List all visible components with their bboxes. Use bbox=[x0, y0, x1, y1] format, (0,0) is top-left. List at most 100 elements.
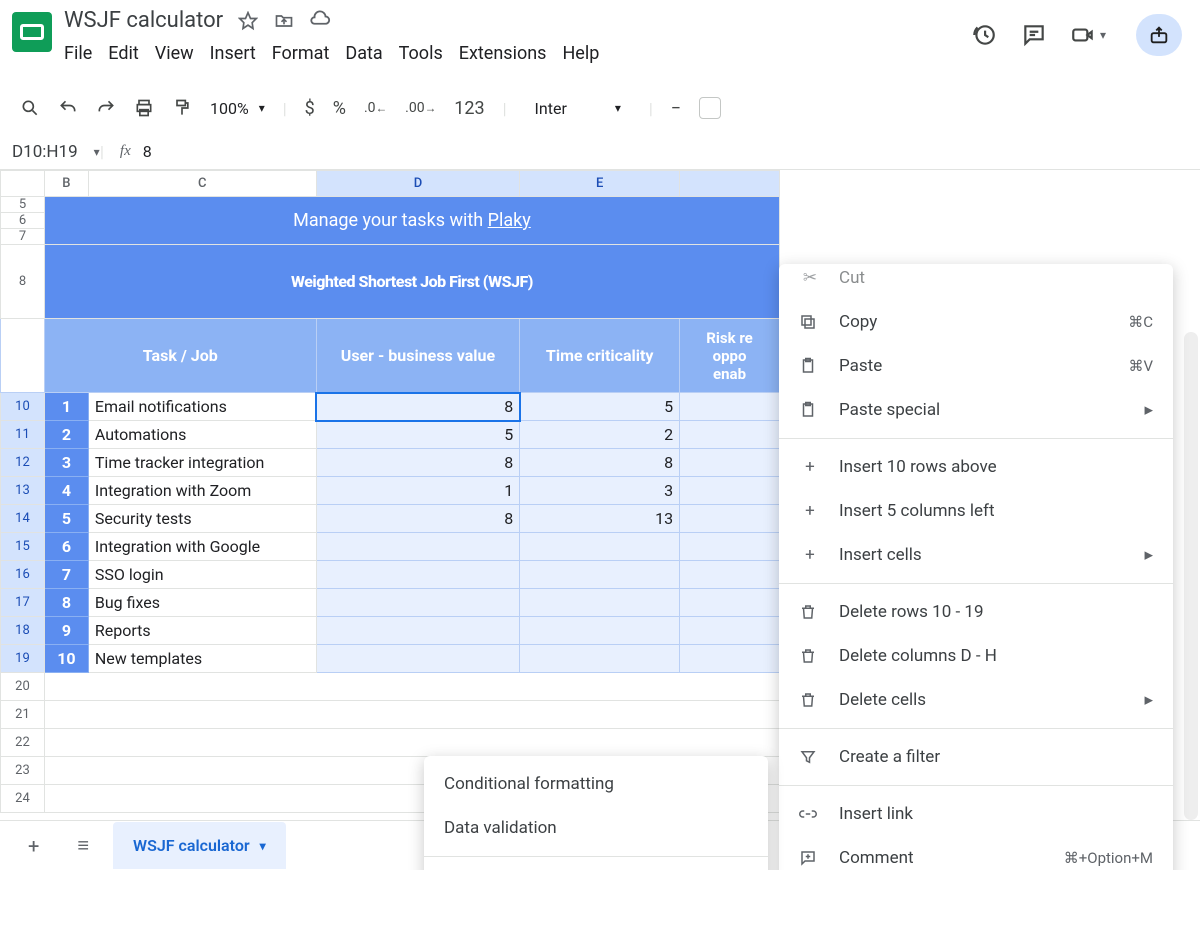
row-header[interactable]: 24 bbox=[1, 785, 45, 813]
task-cell[interactable]: New templates bbox=[88, 645, 316, 673]
menu-view[interactable]: View bbox=[155, 39, 208, 68]
row-header[interactable]: 8 bbox=[1, 245, 45, 319]
name-box[interactable]: D10:H19 ▾ bbox=[0, 142, 100, 162]
ctx-insert-link[interactable]: Insert link bbox=[779, 792, 1173, 836]
vertical-scrollbar[interactable] bbox=[1184, 332, 1198, 820]
data-cell[interactable]: 8 bbox=[520, 449, 680, 477]
banner-row[interactable]: Manage your tasks with Plaky bbox=[44, 197, 779, 245]
move-folder-icon[interactable] bbox=[273, 10, 295, 32]
data-cell[interactable]: 5 bbox=[520, 393, 680, 421]
data-cell[interactable] bbox=[680, 449, 780, 477]
share-button[interactable] bbox=[1136, 14, 1182, 56]
ctx-delete-rows[interactable]: Delete rows 10 - 19 bbox=[779, 590, 1173, 634]
task-index[interactable]: 5 bbox=[44, 505, 88, 533]
menu-extensions[interactable]: Extensions bbox=[459, 39, 561, 68]
row-header[interactable]: 19 bbox=[1, 645, 45, 673]
all-sheets-button[interactable]: ≡ bbox=[63, 823, 103, 868]
print-icon[interactable] bbox=[134, 98, 154, 118]
task-cell[interactable]: Reports bbox=[88, 617, 316, 645]
task-index[interactable]: 3 bbox=[44, 449, 88, 477]
data-cell[interactable] bbox=[316, 533, 520, 561]
sub-cond-format[interactable]: Conditional formatting bbox=[424, 762, 768, 806]
data-cell[interactable] bbox=[520, 533, 680, 561]
menu-edit[interactable]: Edit bbox=[108, 39, 152, 68]
task-index[interactable]: 2 bbox=[44, 421, 88, 449]
menu-file[interactable]: File bbox=[64, 39, 106, 68]
data-cell[interactable]: 8 bbox=[316, 449, 520, 477]
hdr-ubv[interactable]: User - business value bbox=[316, 319, 520, 393]
ctx-comment[interactable]: Comment⌘+Option+M bbox=[779, 836, 1173, 870]
row-header[interactable]: 7 bbox=[1, 229, 45, 245]
row-header[interactable]: 23 bbox=[1, 757, 45, 785]
format-percent[interactable]: % bbox=[333, 98, 346, 119]
task-index[interactable]: 9 bbox=[44, 617, 88, 645]
ctx-insert-cells[interactable]: +Insert cells▸ bbox=[779, 533, 1173, 577]
task-index[interactable]: 7 bbox=[44, 561, 88, 589]
task-index[interactable]: 8 bbox=[44, 589, 88, 617]
empty-cell[interactable] bbox=[44, 729, 779, 757]
task-cell[interactable]: Bug fixes bbox=[88, 589, 316, 617]
row-header[interactable]: 5 bbox=[1, 197, 45, 213]
row-header[interactable]: 20 bbox=[1, 673, 45, 701]
ctx-paste-special[interactable]: Paste special ▸ bbox=[779, 388, 1173, 432]
menu-insert[interactable]: Insert bbox=[210, 39, 270, 68]
sub-get-link[interactable]: Get link to this range bbox=[424, 863, 768, 870]
task-cell[interactable]: Automations bbox=[88, 421, 316, 449]
row-header[interactable]: 17 bbox=[1, 589, 45, 617]
menu-data[interactable]: Data bbox=[345, 39, 396, 68]
data-cell[interactable] bbox=[680, 617, 780, 645]
task-cell[interactable]: Security tests bbox=[88, 505, 316, 533]
add-sheet-button[interactable]: + bbox=[14, 824, 53, 868]
empty-cell[interactable] bbox=[44, 701, 779, 729]
col-header[interactable]: C bbox=[88, 171, 316, 197]
paint-format-icon[interactable] bbox=[172, 98, 192, 118]
data-cell[interactable] bbox=[680, 477, 780, 505]
heading-cell[interactable]: Weighted Shortest Job First (WSJF) bbox=[44, 245, 779, 319]
ctx-cut[interactable]: ✂ Cut bbox=[779, 256, 1173, 300]
data-cell[interactable]: 3 bbox=[520, 477, 680, 505]
row-header[interactable]: 10 bbox=[1, 393, 45, 421]
data-cell[interactable] bbox=[680, 505, 780, 533]
task-index[interactable]: 6 bbox=[44, 533, 88, 561]
data-cell[interactable] bbox=[316, 617, 520, 645]
data-cell[interactable] bbox=[680, 421, 780, 449]
row-header[interactable]: 9 bbox=[1, 319, 45, 393]
task-cell[interactable]: Time tracker integration bbox=[88, 449, 316, 477]
banner-link[interactable]: Plaky bbox=[488, 210, 531, 231]
data-cell[interactable] bbox=[680, 589, 780, 617]
data-cell[interactable] bbox=[680, 645, 780, 673]
task-cell[interactable]: Email notifications bbox=[88, 393, 316, 421]
data-cell[interactable]: 8 bbox=[316, 505, 520, 533]
menu-format[interactable]: Format bbox=[272, 39, 344, 68]
formula-bar[interactable]: fx 8 bbox=[104, 142, 152, 161]
format-123[interactable]: 123 bbox=[454, 98, 484, 119]
task-cell[interactable]: SSO login bbox=[88, 561, 316, 589]
doc-title[interactable]: WSJF calculator bbox=[64, 8, 223, 33]
data-cell[interactable] bbox=[520, 561, 680, 589]
menu-help[interactable]: Help bbox=[562, 39, 613, 68]
font-size-decrease[interactable]: − bbox=[671, 98, 681, 119]
data-cell[interactable] bbox=[520, 645, 680, 673]
redo-icon[interactable] bbox=[96, 98, 116, 118]
data-cell[interactable] bbox=[520, 617, 680, 645]
row-header[interactable]: 11 bbox=[1, 421, 45, 449]
font-select[interactable]: Inter ▾ bbox=[525, 97, 631, 120]
row-header[interactable]: 15 bbox=[1, 533, 45, 561]
data-cell[interactable]: 2 bbox=[520, 421, 680, 449]
data-cell[interactable] bbox=[680, 561, 780, 589]
meet-button[interactable]: ▾ bbox=[1070, 22, 1106, 48]
sub-data-validation[interactable]: Data validation bbox=[424, 806, 768, 850]
col-header-e[interactable]: E bbox=[520, 171, 680, 197]
grid[interactable]: B C D E 5Manage your tasks with Plaky 6 … bbox=[0, 170, 780, 813]
row-header[interactable]: 21 bbox=[1, 701, 45, 729]
data-cell[interactable] bbox=[680, 533, 780, 561]
task-index[interactable]: 10 bbox=[44, 645, 88, 673]
row-header[interactable]: 22 bbox=[1, 729, 45, 757]
star-icon[interactable] bbox=[237, 10, 259, 32]
task-cell[interactable]: Integration with Google bbox=[88, 533, 316, 561]
row-header[interactable]: 12 bbox=[1, 449, 45, 477]
task-cell[interactable]: Integration with Zoom bbox=[88, 477, 316, 505]
empty-cell[interactable] bbox=[44, 673, 779, 701]
search-menus-icon[interactable] bbox=[20, 98, 40, 118]
data-cell[interactable] bbox=[316, 589, 520, 617]
